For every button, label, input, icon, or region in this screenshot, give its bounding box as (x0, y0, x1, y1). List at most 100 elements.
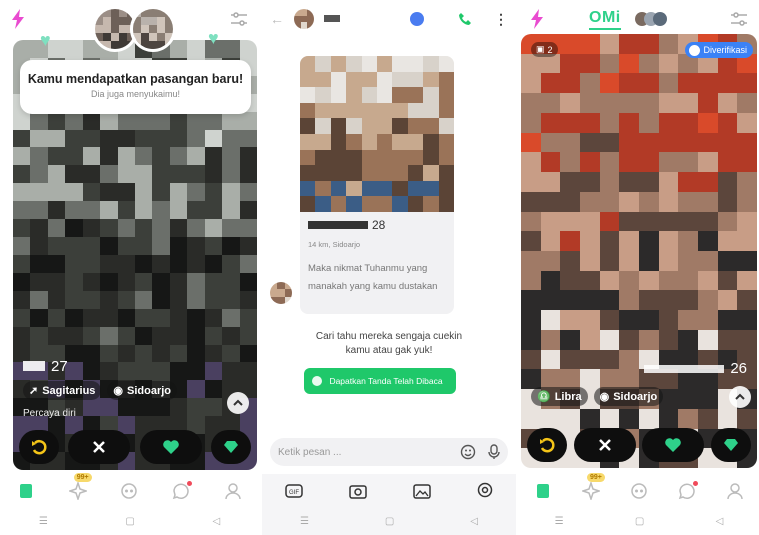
screen-chat: ← ⋮ 28 14 km, Sidoarjo Maka nikmat Tuhan… (262, 0, 516, 535)
profile-card[interactable]: ▣ 2 Diverifikasi 26 ♎ Libra ◉ Sidoarjo (521, 34, 757, 468)
back-icon[interactable]: ◁ (470, 516, 478, 527)
camera-icon[interactable] (349, 483, 367, 499)
zodiac-text: Sagitarius (42, 384, 96, 397)
profile-card[interactable]: 28 14 km, Sidoarjo Maka nikmat Tuhanmu y… (300, 56, 454, 314)
avatar[interactable] (294, 9, 314, 29)
diamond-icon (223, 441, 238, 453)
unread-dot (693, 481, 698, 486)
filter-icon[interactable] (229, 11, 249, 27)
recents-icon[interactable]: ☰ (555, 516, 564, 527)
undo-button[interactable] (527, 428, 567, 462)
phone-icon[interactable] (458, 12, 472, 26)
gif-icon[interactable]: GIF (285, 483, 303, 499)
likes-badge: 99+ (73, 473, 92, 482)
verified-label: Diverifikasi (703, 45, 747, 55)
boost-bolt-icon[interactable] (529, 9, 545, 29)
profile-distance: 14 km, Sidoarjo (308, 240, 361, 249)
avatar-stack[interactable] (634, 12, 667, 26)
verified-icon (689, 45, 701, 56)
nav-chat[interactable] (677, 481, 698, 501)
heart-icon (162, 440, 179, 454)
check-icon (312, 376, 322, 386)
undo-button[interactable] (19, 430, 59, 464)
top-bar: OMi (519, 0, 759, 38)
unread-dot (187, 481, 193, 486)
arrow-icon: ➚ (29, 385, 39, 397)
recents-icon[interactable]: ☰ (39, 516, 48, 527)
nav-profile[interactable] (223, 481, 243, 501)
likes-badge: 99+ (587, 473, 605, 482)
nav-chat[interactable] (171, 481, 193, 501)
attachment-bar: GIF (262, 474, 516, 508)
chevron-up-icon (233, 399, 243, 406)
action-bar (13, 430, 257, 464)
profile-age: 27 (23, 358, 247, 375)
home-icon[interactable]: ▢ (635, 516, 644, 527)
more-icon[interactable]: ⋮ (494, 11, 508, 28)
super-like-button[interactable] (710, 428, 751, 462)
avatar (270, 282, 292, 304)
expand-profile-button[interactable] (729, 386, 751, 408)
photo-count-text: 2 (547, 44, 553, 55)
explore-icon (631, 483, 647, 499)
mic-icon[interactable] (488, 444, 500, 460)
emoji-icon[interactable] (460, 444, 476, 460)
verified-badge: Diverifikasi (685, 42, 753, 58)
heart-icon (665, 438, 682, 452)
zodiac-chip: ➚ Sagitarius (23, 381, 102, 400)
back-icon[interactable]: ◁ (716, 516, 724, 527)
zodiac-chip: ♎ Libra (531, 387, 588, 406)
boost-bolt-icon[interactable] (10, 9, 26, 29)
message-input[interactable]: Ketik pesan ... (278, 447, 460, 458)
heart-decoration-icon: ♥ (40, 30, 51, 50)
back-icon[interactable]: ◁ (212, 516, 220, 527)
nav-explore[interactable] (629, 481, 649, 501)
nav-likes[interactable]: 99+ (68, 473, 92, 501)
expand-profile-button[interactable] (227, 392, 249, 414)
profile-photo (300, 56, 454, 212)
photo-count: ▣ 2 (531, 42, 558, 57)
city-chip: ◉ Sidoarjo (107, 381, 178, 400)
verified-icon (410, 12, 424, 26)
match-title: Kamu mendapatkan pasangan baru! (27, 72, 244, 86)
city-chip: ◉ Sidoarjo (593, 387, 664, 406)
profile-icon (727, 483, 743, 500)
age-text: 28 (372, 218, 386, 232)
read-receipt-label: Dapatkan Tanda Telah Dibaca (329, 376, 443, 386)
sparkle-icon (582, 482, 600, 500)
diamond-icon (723, 439, 738, 451)
app-logo: OMi (589, 9, 621, 30)
undo-icon (540, 437, 555, 453)
like-button[interactable] (642, 428, 705, 462)
location-icon[interactable] (477, 482, 493, 500)
profile-name: 28 (308, 218, 385, 232)
read-receipt-promo: Cari tahu mereka sengaja cuekin kamu ata… (262, 330, 516, 358)
nav-profile[interactable] (725, 481, 745, 501)
image-icon[interactable] (413, 483, 431, 499)
back-arrow-icon[interactable]: ← (270, 11, 284, 27)
svg-text:GIF: GIF (289, 490, 299, 496)
profile-bio: Percaya diri (23, 408, 76, 419)
location-icon: ◉ (113, 385, 124, 397)
nav-explore[interactable] (119, 481, 139, 501)
chevron-up-icon (735, 393, 745, 400)
city-text: Sidoarjo (613, 390, 658, 403)
pass-button[interactable] (573, 428, 636, 462)
nav-cards[interactable] (16, 481, 36, 501)
home-icon[interactable]: ▢ (385, 516, 394, 527)
recents-icon[interactable]: ☰ (300, 516, 309, 527)
pass-button[interactable] (68, 430, 131, 464)
super-like-button[interactable] (210, 430, 251, 464)
home-icon[interactable]: ▢ (125, 516, 134, 527)
bottom-nav: 99+ (519, 473, 759, 508)
match-popup[interactable]: Kamu mendapatkan pasangan baru! Dia juga… (20, 60, 251, 114)
filter-icon[interactable] (729, 11, 749, 27)
nav-cards[interactable] (533, 481, 553, 501)
close-icon (93, 441, 106, 453)
age-text: 26 (730, 360, 747, 377)
nav-likes[interactable]: 99+ (581, 473, 605, 501)
read-receipt-button[interactable]: Dapatkan Tanda Telah Dibaca (304, 368, 456, 394)
like-button[interactable] (139, 430, 202, 464)
avatar (130, 6, 176, 52)
message-composer: Ketik pesan ... (270, 438, 508, 466)
